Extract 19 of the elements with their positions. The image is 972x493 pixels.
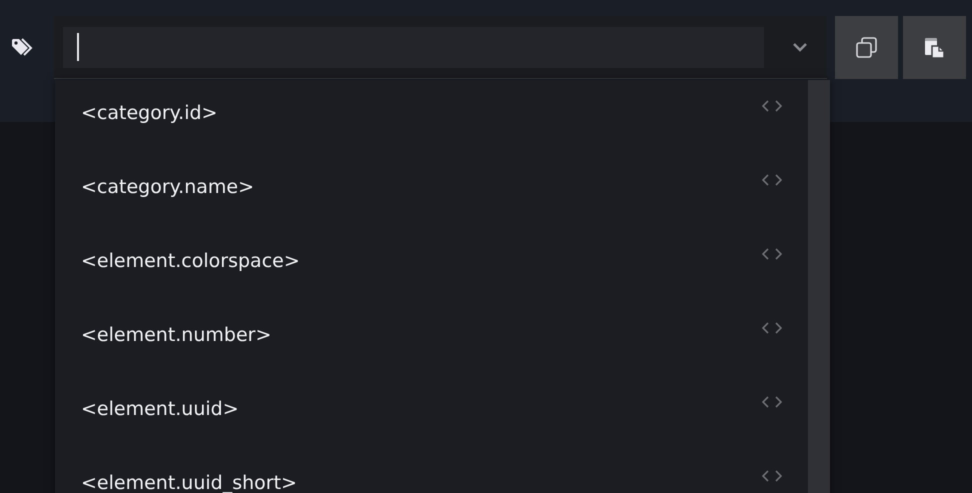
suggestion-item[interactable]: <element.uuid> [55,376,808,450]
tag-input-field[interactable] [63,26,764,68]
suggestion-item[interactable]: <element.number> [55,302,808,376]
paste-button[interactable] [903,16,966,79]
code-icon [762,322,782,334]
code-icon [762,174,782,186]
suggestion-item[interactable]: <category.id> [55,80,808,154]
code-icon [762,470,782,482]
code-icon [762,248,782,260]
suggestion-item[interactable]: <category.name> [55,154,808,228]
copy-icon [856,36,878,58]
code-icon [762,396,782,408]
tags-icon [11,38,35,58]
chevron-down-icon[interactable] [792,42,808,52]
copy-button[interactable] [835,16,898,79]
code-icon [762,100,782,112]
scrollbar[interactable] [808,80,830,493]
paste-icon [924,36,946,58]
suggestion-item[interactable]: <element.colorspace> [55,228,808,302]
